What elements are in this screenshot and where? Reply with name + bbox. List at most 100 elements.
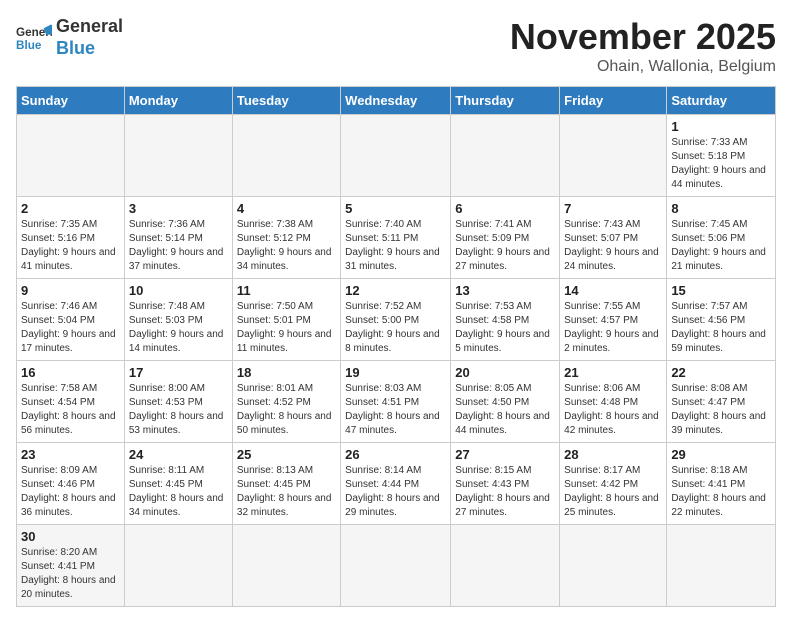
calendar-cell	[560, 525, 667, 607]
day-info: Sunrise: 8:06 AM Sunset: 4:48 PM Dayligh…	[564, 382, 662, 438]
day-info: Sunrise: 7:55 AM Sunset: 4:57 PM Dayligh…	[564, 300, 662, 356]
day-info: Sunrise: 8:09 AM Sunset: 4:46 PM Dayligh…	[21, 464, 120, 520]
calendar-cell: 23 Sunrise: 8:09 AM Sunset: 4:46 PM Dayli…	[17, 443, 125, 525]
calendar-week-1: 2 Sunrise: 7:35 AM Sunset: 5:16 PM Daylig…	[17, 197, 776, 279]
day-info: Sunrise: 8:18 AM Sunset: 4:41 PM Dayligh…	[671, 464, 771, 520]
day-info: Sunrise: 8:08 AM Sunset: 4:47 PM Dayligh…	[671, 382, 771, 438]
day-number: 23	[21, 447, 120, 462]
title-block: November 2025 Ohain, Wallonia, Belgium	[510, 16, 776, 76]
day-number: 27	[455, 447, 555, 462]
day-info: Sunrise: 7:38 AM Sunset: 5:12 PM Dayligh…	[237, 218, 336, 274]
weekday-wednesday: Wednesday	[341, 87, 451, 115]
page-header: General Blue General Blue November 2025 …	[16, 16, 776, 76]
calendar-cell: 25Sunrise: 8:13 AM Sunset: 4:45 PM Dayli…	[232, 443, 340, 525]
calendar-cell: 10Sunrise: 7:48 AM Sunset: 5:03 PM Dayli…	[124, 279, 232, 361]
calendar-cell: 6 Sunrise: 7:41 AM Sunset: 5:09 PM Daylig…	[451, 197, 560, 279]
day-info: Sunrise: 7:40 AM Sunset: 5:11 PM Dayligh…	[345, 218, 446, 274]
weekday-saturday: Saturday	[667, 87, 776, 115]
day-info: Sunrise: 7:50 AM Sunset: 5:01 PM Dayligh…	[237, 300, 336, 356]
day-number: 14	[564, 283, 662, 298]
logo-icon: General Blue	[16, 20, 52, 56]
day-info: Sunrise: 7:46 AM Sunset: 5:04 PM Dayligh…	[21, 300, 120, 356]
day-info: Sunrise: 8:00 AM Sunset: 4:53 PM Dayligh…	[129, 382, 228, 438]
day-number: 8	[671, 201, 771, 216]
calendar-cell: 28 Sunrise: 8:17 AM Sunset: 4:42 PM Dayli…	[560, 443, 667, 525]
calendar-cell: 7Sunrise: 7:43 AM Sunset: 5:07 PM Daylig…	[560, 197, 667, 279]
day-number: 29	[671, 447, 771, 462]
calendar-cell: 3 Sunrise: 7:36 AM Sunset: 5:14 PM Daylig…	[124, 197, 232, 279]
calendar-cell: 30Sunrise: 8:20 AM Sunset: 4:41 PM Dayli…	[17, 525, 125, 607]
calendar-cell	[667, 525, 776, 607]
day-number: 12	[345, 283, 446, 298]
calendar-cell	[232, 525, 340, 607]
day-number: 15	[671, 283, 771, 298]
day-number: 13	[455, 283, 555, 298]
calendar-week-2: 9 Sunrise: 7:46 AM Sunset: 5:04 PM Daylig…	[17, 279, 776, 361]
day-info: Sunrise: 7:41 AM Sunset: 5:09 PM Dayligh…	[455, 218, 555, 274]
day-info: Sunrise: 8:15 AM Sunset: 4:43 PM Dayligh…	[455, 464, 555, 520]
day-number: 19	[345, 365, 446, 380]
day-number: 3	[129, 201, 228, 216]
day-info: Sunrise: 8:03 AM Sunset: 4:51 PM Dayligh…	[345, 382, 446, 438]
calendar-week-5: 30Sunrise: 8:20 AM Sunset: 4:41 PM Dayli…	[17, 525, 776, 607]
calendar-week-0: 1 Sunrise: 7:33 AM Sunset: 5:18 PM Daylig…	[17, 115, 776, 197]
day-number: 1	[671, 119, 771, 134]
calendar-cell: 27 Sunrise: 8:15 AM Sunset: 4:43 PM Dayli…	[451, 443, 560, 525]
day-info: Sunrise: 7:35 AM Sunset: 5:16 PM Dayligh…	[21, 218, 120, 274]
weekday-friday: Friday	[560, 87, 667, 115]
month-title: November 2025	[510, 16, 776, 58]
day-info: Sunrise: 7:57 AM Sunset: 4:56 PM Dayligh…	[671, 300, 771, 356]
day-info: Sunrise: 8:17 AM Sunset: 4:42 PM Dayligh…	[564, 464, 662, 520]
calendar-cell: 1 Sunrise: 7:33 AM Sunset: 5:18 PM Daylig…	[667, 115, 776, 197]
calendar-cell: 18Sunrise: 8:01 AM Sunset: 4:52 PM Dayli…	[232, 361, 340, 443]
day-info: Sunrise: 7:53 AM Sunset: 4:58 PM Dayligh…	[455, 300, 555, 356]
day-info: Sunrise: 8:05 AM Sunset: 4:50 PM Dayligh…	[455, 382, 555, 438]
day-info: Sunrise: 7:33 AM Sunset: 5:18 PM Dayligh…	[671, 136, 771, 192]
logo-general-text: General	[56, 16, 123, 38]
day-number: 5	[345, 201, 446, 216]
calendar-body: 1 Sunrise: 7:33 AM Sunset: 5:18 PM Daylig…	[17, 115, 776, 607]
calendar-cell: 12 Sunrise: 7:52 AM Sunset: 5:00 PM Dayli…	[341, 279, 451, 361]
calendar-cell: 11 Sunrise: 7:50 AM Sunset: 5:01 PM Dayli…	[232, 279, 340, 361]
calendar-cell: 29 Sunrise: 8:18 AM Sunset: 4:41 PM Dayli…	[667, 443, 776, 525]
day-number: 20	[455, 365, 555, 380]
day-info: Sunrise: 8:20 AM Sunset: 4:41 PM Dayligh…	[21, 546, 120, 602]
day-number: 11	[237, 283, 336, 298]
day-number: 28	[564, 447, 662, 462]
calendar-cell: 4Sunrise: 7:38 AM Sunset: 5:12 PM Daylig…	[232, 197, 340, 279]
calendar-cell: 8 Sunrise: 7:45 AM Sunset: 5:06 PM Daylig…	[667, 197, 776, 279]
calendar-cell	[341, 115, 451, 197]
day-number: 2	[21, 201, 120, 216]
day-info: Sunrise: 8:13 AM Sunset: 4:45 PM Dayligh…	[237, 464, 336, 520]
day-info: Sunrise: 7:58 AM Sunset: 4:54 PM Dayligh…	[21, 382, 120, 438]
day-number: 26	[345, 447, 446, 462]
calendar-cell	[341, 525, 451, 607]
day-number: 9	[21, 283, 120, 298]
calendar-week-4: 23 Sunrise: 8:09 AM Sunset: 4:46 PM Dayli…	[17, 443, 776, 525]
calendar-cell: 26Sunrise: 8:14 AM Sunset: 4:44 PM Dayli…	[341, 443, 451, 525]
day-number: 24	[129, 447, 228, 462]
day-number: 16	[21, 365, 120, 380]
day-info: Sunrise: 7:43 AM Sunset: 5:07 PM Dayligh…	[564, 218, 662, 274]
calendar-table: SundayMondayTuesdayWednesdayThursdayFrid…	[16, 86, 776, 607]
calendar-cell: 20 Sunrise: 8:05 AM Sunset: 4:50 PM Dayli…	[451, 361, 560, 443]
calendar-cell: 21 Sunrise: 8:06 AM Sunset: 4:48 PM Dayli…	[560, 361, 667, 443]
logo-blue-text: Blue	[56, 38, 123, 60]
day-info: Sunrise: 7:36 AM Sunset: 5:14 PM Dayligh…	[129, 218, 228, 274]
day-number: 21	[564, 365, 662, 380]
calendar-cell: 22Sunrise: 8:08 AM Sunset: 4:47 PM Dayli…	[667, 361, 776, 443]
day-info: Sunrise: 7:52 AM Sunset: 5:00 PM Dayligh…	[345, 300, 446, 356]
day-number: 6	[455, 201, 555, 216]
day-number: 17	[129, 365, 228, 380]
calendar-cell: 5 Sunrise: 7:40 AM Sunset: 5:11 PM Daylig…	[341, 197, 451, 279]
calendar-cell: 17 Sunrise: 8:00 AM Sunset: 4:53 PM Dayli…	[124, 361, 232, 443]
day-info: Sunrise: 8:01 AM Sunset: 4:52 PM Dayligh…	[237, 382, 336, 438]
calendar-cell: 2 Sunrise: 7:35 AM Sunset: 5:16 PM Daylig…	[17, 197, 125, 279]
svg-text:Blue: Blue	[16, 38, 42, 51]
weekday-monday: Monday	[124, 87, 232, 115]
day-info: Sunrise: 7:48 AM Sunset: 5:03 PM Dayligh…	[129, 300, 228, 356]
calendar-cell	[17, 115, 125, 197]
location: Ohain, Wallonia, Belgium	[510, 58, 776, 76]
day-info: Sunrise: 7:45 AM Sunset: 5:06 PM Dayligh…	[671, 218, 771, 274]
calendar-week-3: 16 Sunrise: 7:58 AM Sunset: 4:54 PM Dayli…	[17, 361, 776, 443]
